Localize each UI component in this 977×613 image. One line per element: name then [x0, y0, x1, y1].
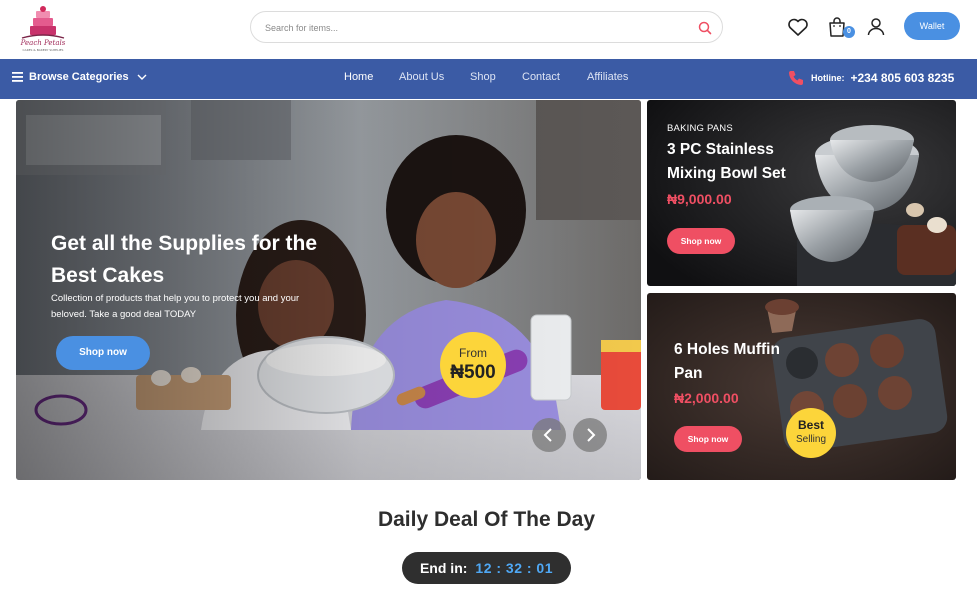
from-price: ₦500 — [450, 362, 496, 383]
nav-link-affiliates[interactable]: Affiliates — [587, 71, 628, 83]
hotline-label: Hotline: — [811, 73, 845, 83]
site-logo[interactable]: Peach Petals CAKES & BAKERY SUPPLIES — [12, 4, 74, 52]
search-bar — [250, 11, 723, 43]
deal-countdown: End in: 12 : 32 : 01 — [402, 552, 571, 584]
nav-link-home[interactable]: Home — [344, 71, 373, 83]
hero-title: Get all the Supplies for the Best Cakes — [51, 232, 318, 287]
cart-count-badge: 0 — [843, 26, 855, 38]
search-input[interactable] — [265, 19, 675, 37]
from-label: From — [459, 346, 487, 360]
hotline: Hotline: +234 805 603 8235 — [787, 69, 954, 87]
chevron-left-icon — [543, 428, 552, 442]
card-shop-now-button[interactable]: Shop now — [667, 228, 735, 254]
phone-icon — [789, 71, 803, 85]
promo-card-mixing-bowl[interactable]: BAKING PANS 3 PC Stainless Mixing Bowl S… — [647, 100, 956, 286]
card-title: 6 Holes Muffin Pan — [674, 341, 780, 382]
heart-icon[interactable] — [785, 14, 811, 40]
card-category: BAKING PANS — [667, 123, 733, 134]
nav-link-about-us[interactable]: About Us — [399, 71, 444, 83]
menu-icon — [12, 72, 23, 82]
slider-next-button[interactable] — [573, 418, 607, 452]
hero-shop-now-button[interactable]: Shop now — [56, 336, 150, 370]
search-icon[interactable] — [697, 20, 713, 36]
slider-prev-button[interactable] — [532, 418, 566, 452]
best-selling-badge: Best Selling — [786, 408, 836, 458]
svg-text:Peach Petals: Peach Petals — [20, 39, 66, 47]
browse-categories-label: Browse Categories — [29, 71, 129, 83]
countdown-time: 12 : 32 : 01 — [475, 560, 554, 576]
promo-card-muffin-pan[interactable]: 6 Holes Muffin Pan ₦2,000.00 Shop now Be… — [647, 293, 956, 480]
best-badge-line2: Selling — [795, 434, 827, 445]
best-badge-line1: Best — [797, 418, 824, 432]
card-price: ₦9,000.00 — [667, 191, 732, 207]
nav-link-shop[interactable]: Shop — [470, 71, 496, 83]
wallet-button[interactable]: Wallet — [904, 12, 960, 40]
from-price-badge: From ₦500 — [440, 332, 506, 398]
main-navigation: Browse Categories Home About Us Shop Con… — [0, 59, 977, 99]
nav-link-contact[interactable]: Contact — [522, 71, 560, 83]
site-header: Peach Petals CAKES & BAKERY SUPPLIES 0 W… — [0, 0, 977, 59]
user-icon[interactable] — [863, 14, 889, 40]
card-title: 3 PC Stainless Mixing Bowl Set — [667, 141, 786, 182]
browse-categories-button[interactable]: Browse Categories — [12, 71, 148, 83]
hotline-number[interactable]: +234 805 603 8235 — [851, 71, 955, 85]
hero-banner: Get all the Supplies for the Best Cakes … — [16, 100, 641, 480]
svg-text:CAKES & BAKERY SUPPLIES: CAKES & BAKERY SUPPLIES — [23, 48, 64, 52]
card-price: ₦2,000.00 — [674, 390, 739, 406]
countdown-label: End in: — [419, 560, 468, 576]
hero-subtitle: Collection of products that help you to … — [51, 293, 300, 320]
card-shop-now-button[interactable]: Shop now — [674, 426, 742, 452]
chevron-down-icon — [137, 74, 147, 80]
chevron-right-icon — [587, 428, 596, 442]
deal-of-day-title: Daily Deal Of The Day — [377, 508, 596, 531]
